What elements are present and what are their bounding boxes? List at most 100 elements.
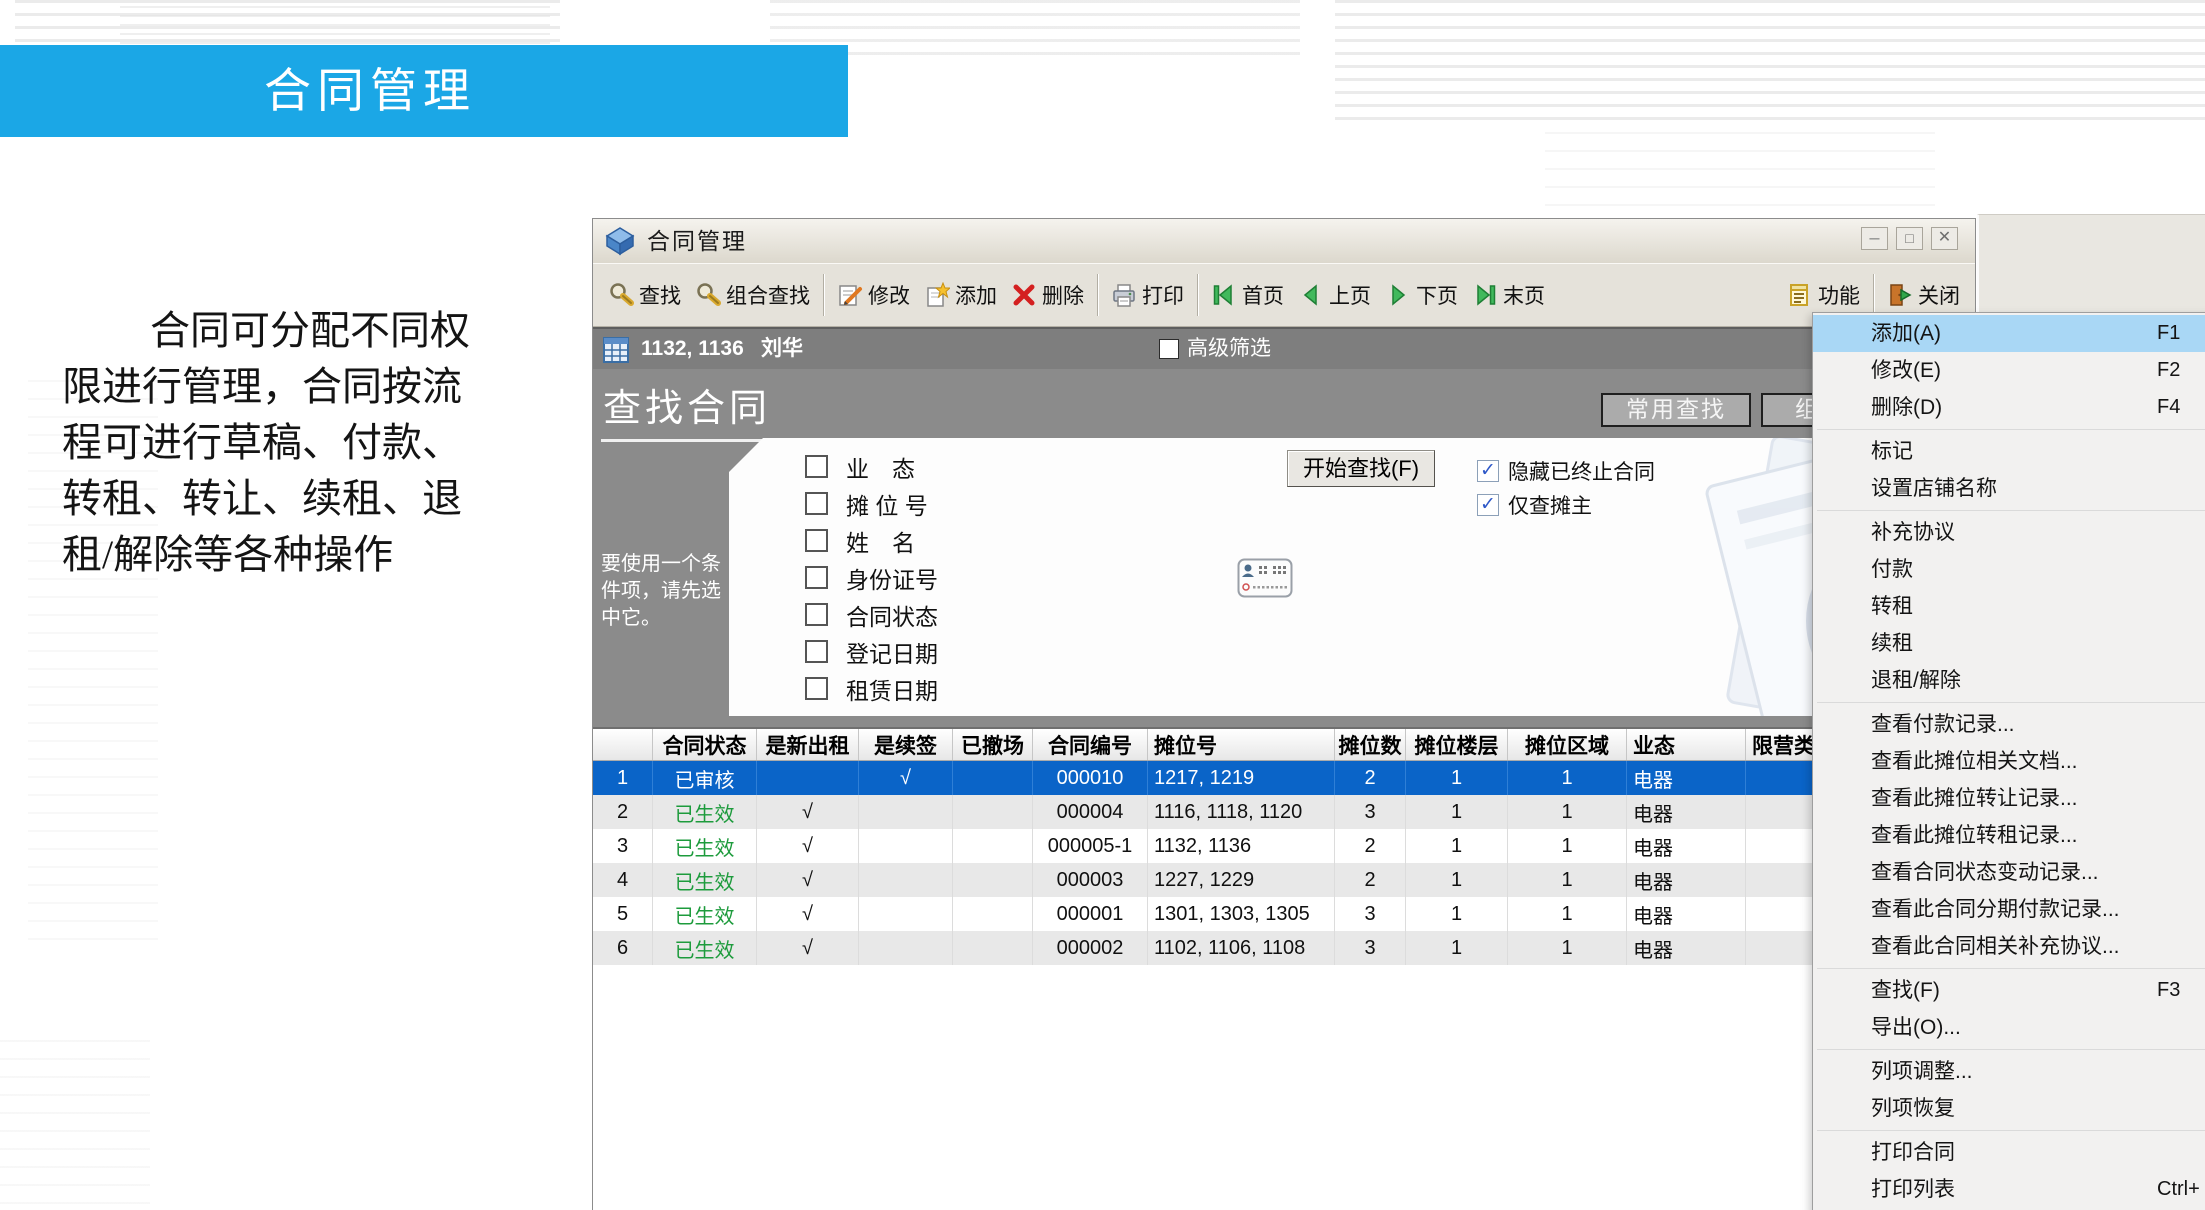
- toolbar-button-add[interactable]: 添加: [917, 272, 1004, 318]
- cell-stall_no: 1102, 1106, 1108: [1148, 931, 1335, 965]
- context-menu-item[interactable]: 查找(F)F3: [1813, 972, 2205, 1009]
- context-menu-item[interactable]: 转租: [1813, 588, 2205, 625]
- delete-x-icon: [1011, 282, 1037, 308]
- condition-checkbox[interactable]: [805, 566, 828, 589]
- id-card-icon[interactable]: [1237, 558, 1293, 603]
- toolbar-left-group: 查找组合查找 修改添加删除打印首页上页 下页末页: [601, 272, 1552, 318]
- context-menu: 添加(A)F1修改(E)F2删除(D)F4 标记设置店铺名称补充协议付款转租续租退…: [1812, 312, 2205, 1210]
- cell-stall_count: 2: [1335, 761, 1406, 795]
- context-menu-item[interactable]: 删除(D)F4: [1813, 389, 2205, 426]
- context-menu-separator: [1817, 510, 2205, 511]
- toolbar-button-first-page[interactable]: 首页: [1204, 272, 1291, 318]
- context-menu-item[interactable]: 查看付款记录...: [1813, 706, 2205, 743]
- condition-checkbox[interactable]: [805, 603, 828, 626]
- toolbar-button-label: 修改: [868, 280, 910, 310]
- app-icon: [605, 226, 635, 256]
- column-header: 已撤场: [953, 729, 1033, 760]
- background-texture: [1545, 132, 1935, 212]
- context-menu-item[interactable]: 查看合同状态变动记录...: [1813, 854, 2205, 891]
- context-menu-item[interactable]: 标记: [1813, 433, 2205, 470]
- context-menu-item[interactable]: 查看此合同相关补充协议...: [1813, 928, 2205, 965]
- context-menu-item[interactable]: 设置店铺名称: [1813, 470, 2205, 507]
- cell-business: 电器: [1627, 829, 1746, 863]
- context-menu-item[interactable]: 退租/解除: [1813, 662, 2205, 699]
- context-menu-item[interactable]: 查看此摊位转租记录...: [1813, 817, 2205, 854]
- column-header: 是续签: [859, 729, 953, 760]
- toolbar-button-next-page[interactable]: 下页: [1378, 272, 1465, 318]
- cell-status: 已生效: [653, 829, 757, 863]
- filter-row: ✓仅查摊主: [1477, 488, 1655, 522]
- context-menu-item[interactable]: 添加(A)F1: [1813, 315, 2205, 352]
- toolbar-button-edit[interactable]: 修改: [830, 272, 917, 318]
- condition-checkbox[interactable]: [805, 492, 828, 515]
- close-icon[interactable]: ✕: [1931, 227, 1958, 250]
- column-header: 业态: [1627, 729, 1746, 760]
- toolbar-button-print[interactable]: 打印: [1104, 272, 1191, 318]
- table-row[interactable]: 2已生效√0000041116, 1118, 1120311电器: [593, 795, 1975, 829]
- toolbar-button-delete[interactable]: 删除: [1004, 272, 1091, 318]
- context-menu-item[interactable]: 查看此摊位相关文档...: [1813, 743, 2205, 780]
- condition-checkbox[interactable]: [805, 529, 828, 552]
- cell-contract_no: 000003: [1033, 863, 1148, 897]
- cell-left_market: [953, 829, 1033, 863]
- cell-new_rent: [757, 761, 859, 795]
- condition-checkbox[interactable]: [805, 455, 828, 478]
- condition-label: 业 态: [846, 450, 915, 484]
- context-menu-item[interactable]: 列项恢复: [1813, 1090, 2205, 1127]
- cell-stall_no: 1217, 1219: [1148, 761, 1335, 795]
- context-menu-item[interactable]: 付款: [1813, 551, 2205, 588]
- table-body: 1已审核√0000101217, 1219211电器2已生效√000004111…: [593, 761, 1975, 965]
- cell-contract_no: 000005-1: [1033, 829, 1148, 863]
- cell-business: 电器: [1627, 761, 1746, 795]
- table-row[interactable]: 3已生效√000005-11132, 1136211电器: [593, 829, 1975, 863]
- cell-contract_no: 000002: [1033, 931, 1148, 965]
- toolbar-separator: [1873, 274, 1874, 316]
- toolbar-button-combo-find[interactable]: 组合查找: [688, 272, 817, 318]
- advanced-filter-checkbox[interactable]: [1159, 339, 1179, 359]
- start-find-button[interactable]: 开始查找(F): [1287, 450, 1435, 487]
- context-menu-item[interactable]: 查看此摊位转让记录...: [1813, 780, 2205, 817]
- table-row[interactable]: 1已审核√0000101217, 1219211电器: [593, 761, 1975, 795]
- column-header: 摊位楼层: [1406, 729, 1508, 760]
- context-menu-item[interactable]: 修改(E)F2: [1813, 352, 2205, 389]
- condition-hint: 要使用一个条件项，请先选中它。: [601, 551, 737, 632]
- toolbar-button-last-page[interactable]: 末页: [1465, 272, 1552, 318]
- context-menu-separator: [1817, 429, 2205, 430]
- filter-checkbox[interactable]: ✓: [1477, 494, 1499, 516]
- background-texture: [0, 1040, 150, 1210]
- table-row[interactable]: 6已生效√0000021102, 1106, 1108311电器: [593, 931, 1975, 965]
- find-contract-title: 查找合同: [601, 377, 781, 442]
- context-menu-item[interactable]: 查看此合同分期付款记录...: [1813, 891, 2205, 928]
- table-row[interactable]: 5已生效√0000011301, 1303, 1305311电器: [593, 897, 1975, 931]
- last-page-icon: [1472, 282, 1498, 308]
- context-menu-shortcut: F2: [2157, 352, 2180, 389]
- toolbar-button-find[interactable]: 查找: [601, 272, 688, 318]
- toolbar-button-prev-page[interactable]: 上页: [1291, 272, 1378, 318]
- table-row[interactable]: 4已生效√0000031227, 1229211电器: [593, 863, 1975, 897]
- context-menu-item[interactable]: 续租: [1813, 625, 2205, 662]
- common-find-button[interactable]: 常用查找: [1601, 393, 1751, 427]
- filter-checkbox[interactable]: ✓: [1477, 460, 1499, 482]
- condition-label: 身份证号: [846, 561, 938, 595]
- cell-renew: [859, 897, 953, 931]
- cell-area: 1: [1508, 931, 1627, 965]
- add-page-icon: [924, 282, 950, 308]
- context-menu-item[interactable]: 导出(O)...: [1813, 1009, 2205, 1046]
- condition-checkbox[interactable]: [805, 677, 828, 700]
- context-menu-item[interactable]: 打印列表Ctrl+: [1813, 1171, 2205, 1208]
- edit-icon: [837, 282, 863, 308]
- window-titlebar: 合同管理 ─ □ ✕: [593, 219, 1975, 263]
- column-header: 是新出租: [757, 729, 859, 760]
- condition-checkbox[interactable]: [805, 640, 828, 663]
- maximize-button[interactable]: □: [1896, 227, 1923, 250]
- cell-renew: √: [859, 761, 953, 795]
- toolbar-button-label: 下页: [1416, 280, 1458, 310]
- context-menu-item[interactable]: 打印合同: [1813, 1134, 2205, 1171]
- cell-business: 电器: [1627, 897, 1746, 931]
- context-menu-item[interactable]: 补充协议: [1813, 514, 2205, 551]
- minimize-button[interactable]: ─: [1861, 227, 1888, 250]
- cell-status: 已审核: [653, 761, 757, 795]
- cell-renew: [859, 795, 953, 829]
- context-menu-item[interactable]: 列项调整...: [1813, 1053, 2205, 1090]
- advanced-filter-label: 高级筛选: [1187, 329, 1271, 369]
